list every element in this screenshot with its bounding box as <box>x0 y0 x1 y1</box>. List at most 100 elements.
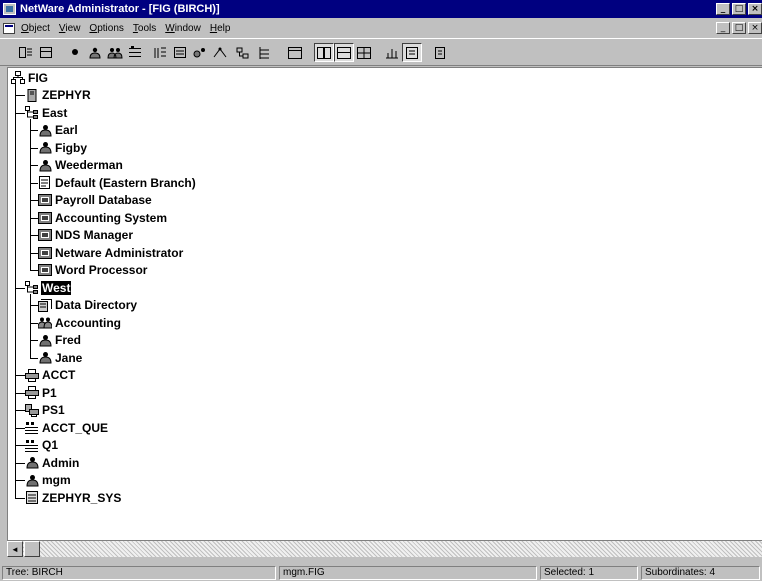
toolbar-create-object-button[interactable] <box>16 43 36 62</box>
scroll-thumb[interactable] <box>24 541 40 557</box>
toolbar-tile-button[interactable] <box>314 43 334 62</box>
tree-item[interactable]: ZEPHYR_SYS <box>25 489 122 506</box>
horizontal-scrollbar[interactable]: ◄ <box>7 540 762 557</box>
close-button[interactable]: × <box>748 3 762 15</box>
app-icon[interactable] <box>3 3 16 15</box>
tree-item-label: West <box>41 280 72 295</box>
toolbar-report-button[interactable] <box>402 43 422 62</box>
doc-minimize-button[interactable]: _ <box>716 22 730 34</box>
tree-item[interactable]: Figby <box>38 139 88 156</box>
tree-item[interactable]: Accounting System <box>38 209 168 226</box>
tree-item-label: Jane <box>55 350 83 365</box>
tree-connector <box>30 305 38 307</box>
chart-icon <box>384 45 400 61</box>
menu-help[interactable]: Help <box>210 23 231 34</box>
tree-item[interactable]: mgm <box>25 472 72 489</box>
tree-connector <box>30 252 38 254</box>
toolbar-group-button[interactable] <box>105 43 125 62</box>
application-icon <box>38 194 52 207</box>
toolbar-browse-button[interactable] <box>150 43 170 62</box>
menu-options[interactable]: Options <box>89 23 123 34</box>
scroll-left-button[interactable]: ◄ <box>7 541 23 557</box>
browse-icon <box>152 45 168 61</box>
toolbar-user-button[interactable] <box>85 43 105 62</box>
tree-item[interactable]: PS1 <box>25 402 66 419</box>
tile-icon <box>316 45 332 61</box>
tree-root[interactable]: FIG <box>11 69 49 86</box>
application-icon <box>38 229 52 242</box>
toolbar-window-button[interactable] <box>285 43 305 62</box>
toolbar-queue-button[interactable] <box>125 43 145 62</box>
cascade-icon <box>336 45 352 61</box>
doc-close-button[interactable]: × <box>748 22 762 34</box>
minimize-button[interactable]: _ <box>716 3 730 15</box>
report-icon <box>404 45 420 61</box>
tree-item[interactable]: Fred <box>38 332 82 349</box>
toolbar-details-button[interactable] <box>36 43 56 62</box>
tree-item-label: Data Directory <box>55 298 138 312</box>
tree-item[interactable]: Netware Administrator <box>38 244 184 261</box>
toolbar-grid-button[interactable] <box>354 43 374 62</box>
status-bar: Tree: BIRCH mgm.FIG Selected: 1 Subordin… <box>0 564 762 581</box>
toolbar-chart-button[interactable] <box>382 43 402 62</box>
tree-item-label: Figby <box>55 140 87 155</box>
tree-item[interactable]: Default (Eastern Branch) <box>38 174 197 191</box>
tree-item[interactable]: West <box>25 279 72 296</box>
toolbar <box>0 38 762 66</box>
tree-item[interactable]: Q1 <box>25 437 59 454</box>
printer-icon <box>25 368 39 382</box>
toolbar-tree-view-button[interactable] <box>255 43 275 62</box>
tree-item[interactable]: Earl <box>38 122 79 139</box>
tree-connector <box>30 270 38 272</box>
tree-item-label: Earl <box>55 123 78 137</box>
tree-item[interactable]: ZEPHYR <box>25 87 92 104</box>
tree-connector <box>30 217 38 219</box>
toolbar-partition-button[interactable] <box>232 43 252 62</box>
tree-view[interactable]: FIG ZEPHYR East Earl Figby Weederman Default (… <box>7 67 762 540</box>
status-subordinates: Subordinates: 4 <box>641 566 760 580</box>
tree-item-label: Netware Administrator <box>55 245 184 260</box>
tree-connector <box>30 357 38 359</box>
tree-item[interactable]: Payroll Database <box>38 192 153 209</box>
tree-item[interactable]: Accounting <box>38 314 122 331</box>
tree-item[interactable]: Weederman <box>38 157 124 174</box>
title-bar: NetWare Administrator - [FIG (BIRCH)] _ … <box>0 0 762 18</box>
directory-map-icon <box>38 298 52 312</box>
tree-item-label: Fred <box>55 333 82 347</box>
tree-connector <box>30 147 38 149</box>
doc-restore-button[interactable]: □ <box>732 22 746 34</box>
toolbar-filter-button[interactable] <box>210 43 230 62</box>
tree-connector <box>30 182 38 184</box>
tree-item[interactable]: Admin <box>25 454 80 471</box>
toolbar-cascade-button[interactable] <box>334 43 354 62</box>
tree-item-label: Weederman <box>55 158 123 172</box>
tree-connector <box>30 235 38 237</box>
tree-item[interactable]: Jane <box>38 349 83 366</box>
status-selected: Selected: 1 <box>540 566 638 580</box>
document-icon[interactable] <box>3 22 15 34</box>
window-icon <box>287 45 303 61</box>
toolbar-browse-alt-button[interactable] <box>170 43 190 62</box>
menu-tools[interactable]: Tools <box>133 23 156 34</box>
tree-connector <box>30 165 38 167</box>
tree-item[interactable]: Data Directory <box>38 297 138 314</box>
menu-view[interactable]: View <box>59 23 81 34</box>
tree-item[interactable]: Word Processor <box>38 262 148 279</box>
tree-connector <box>15 480 25 482</box>
tree-item[interactable]: NDS Manager <box>38 227 134 244</box>
profile-icon <box>38 176 52 189</box>
maximize-button[interactable]: □ <box>732 3 746 15</box>
toolbar-help-button[interactable] <box>430 43 450 62</box>
tree-item[interactable]: East <box>25 104 68 121</box>
tree-item-label: Accounting System <box>55 210 168 225</box>
tree-item[interactable]: P1 <box>25 384 58 401</box>
menu-window[interactable]: Window <box>165 23 201 34</box>
tree-item[interactable]: ACCT <box>25 367 76 384</box>
partition-icon <box>234 45 250 61</box>
toolbar-search-button[interactable] <box>65 43 85 62</box>
tree-connector <box>30 340 38 342</box>
menu-object[interactable]: Object <box>21 23 50 34</box>
application-icon <box>38 211 52 224</box>
toolbar-rights-button[interactable] <box>190 43 210 62</box>
tree-item[interactable]: ACCT_QUE <box>25 419 109 436</box>
